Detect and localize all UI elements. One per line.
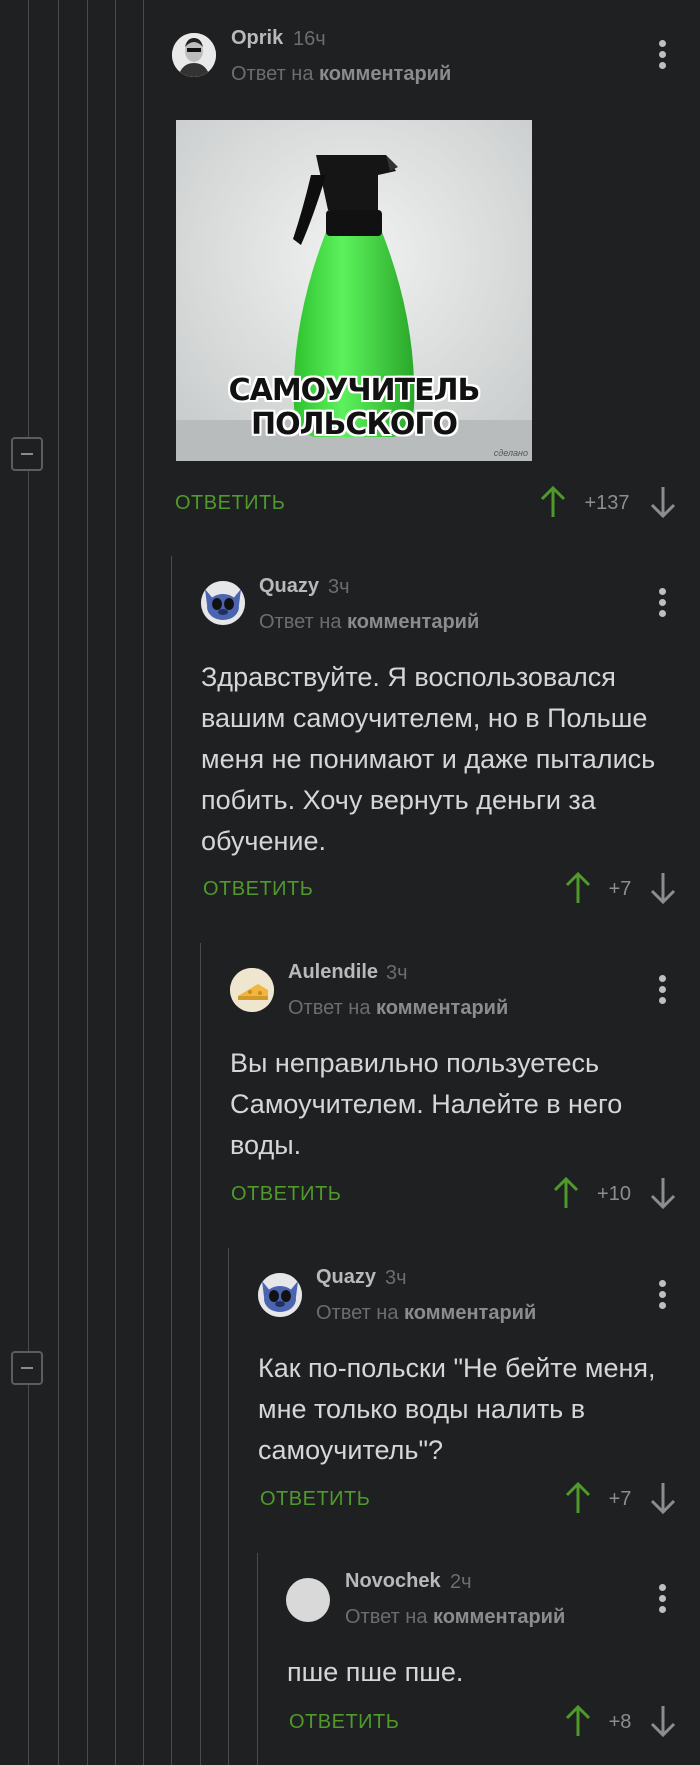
avatar[interactable]: [258, 1273, 302, 1317]
comment-text: Здравствуйте. Я воспользовался вашим сам…: [201, 662, 656, 856]
user-portrait-icon: [172, 33, 216, 77]
reply-target-link[interactable]: комментарий: [404, 1302, 536, 1324]
timestamp: 3ч: [385, 1267, 407, 1289]
timestamp: 16ч: [293, 28, 326, 50]
thread-line: [257, 1553, 258, 1765]
username[interactable]: Quazy: [316, 1266, 376, 1289]
reply-prefix: Ответ на: [231, 63, 314, 85]
image-caption: САМОУЧИТЕЛЬ ПОЛЬСКОГО: [176, 374, 532, 442]
stitch-avatar-icon: [258, 1273, 302, 1317]
avatar[interactable]: [201, 581, 245, 625]
reply-to-label: Ответ на комментарий: [288, 997, 508, 1020]
more-vertical-icon[interactable]: [655, 588, 669, 620]
arrow-down-icon[interactable]: [648, 1176, 678, 1210]
collapse-thread-button[interactable]: [11, 1351, 43, 1385]
reply-to-label: Ответ на комментарий: [316, 1302, 536, 1325]
reply-button[interactable]: ОТВЕТИТЬ: [289, 1711, 399, 1734]
reply-target-link[interactable]: комментарий: [433, 1606, 565, 1628]
image-caption-line: ПОЛЬСКОГО: [250, 407, 458, 442]
reply-button[interactable]: ОТВЕТИТЬ: [203, 878, 313, 901]
reply-prefix: Ответ на: [288, 997, 371, 1019]
stitch-avatar-icon: [201, 581, 245, 625]
reply-target-link[interactable]: комментарий: [376, 997, 508, 1019]
timestamp: 3ч: [328, 576, 350, 598]
username[interactable]: Novochek: [345, 1570, 441, 1593]
arrow-up-icon[interactable]: [563, 1704, 593, 1738]
image-watermark: сделано: [493, 448, 528, 458]
timestamp: 2ч: [450, 1571, 472, 1593]
thread-line: [228, 1248, 229, 1765]
comment-text: Вы неправильно пользуетесь Самоучителем.…: [230, 1048, 623, 1160]
reply-button[interactable]: ОТВЕТИТЬ: [231, 1183, 341, 1206]
reply-prefix: Ответ на: [345, 1606, 428, 1628]
vote-score: +7: [608, 878, 632, 900]
more-vertical-icon[interactable]: [655, 975, 669, 1007]
username[interactable]: Aulendile: [288, 961, 378, 984]
vote-score: +137: [584, 492, 630, 514]
vote-score: +10: [597, 1183, 631, 1205]
reply-to-label: Ответ на комментарий: [259, 611, 479, 634]
arrow-down-icon[interactable]: [648, 871, 678, 905]
thread-line: [200, 943, 201, 1765]
arrow-down-icon[interactable]: [648, 485, 678, 519]
arrow-up-icon[interactable]: [563, 1481, 593, 1515]
vote-score: +8: [608, 1711, 632, 1733]
username[interactable]: Oprik: [231, 27, 283, 50]
reply-target-link[interactable]: комментарий: [319, 63, 451, 85]
comment-image[interactable]: САМОУЧИТЕЛЬ ПОЛЬСКОГО сделано: [176, 120, 532, 461]
arrow-up-icon[interactable]: [538, 485, 568, 519]
vote-score: +7: [608, 1488, 632, 1510]
avatar[interactable]: [230, 968, 274, 1012]
reply-to-label: Ответ на комментарий: [231, 63, 451, 86]
comment-text: Как по-польски "Не бейте меня, мне тольк…: [258, 1353, 656, 1465]
arrow-up-icon[interactable]: [551, 1176, 581, 1210]
reply-target-link[interactable]: комментарий: [347, 611, 479, 633]
thread-line: [171, 556, 172, 1765]
arrow-down-icon[interactable]: [648, 1481, 678, 1515]
timestamp: 3ч: [386, 962, 408, 984]
avatar[interactable]: [286, 1578, 330, 1622]
cheese-avatar-icon: [230, 968, 274, 1012]
reply-prefix: Ответ на: [259, 611, 342, 633]
more-vertical-icon[interactable]: [655, 40, 669, 72]
username[interactable]: Quazy: [259, 575, 319, 598]
arrow-up-icon[interactable]: [563, 871, 593, 905]
reply-to-label: Ответ на комментарий: [345, 1606, 565, 1629]
more-vertical-icon[interactable]: [655, 1280, 669, 1312]
reply-button[interactable]: ОТВЕТИТЬ: [260, 1488, 370, 1511]
avatar[interactable]: [172, 33, 216, 77]
image-caption-line: САМОУЧИТЕЛЬ: [228, 373, 481, 408]
reply-prefix: Ответ на: [316, 1302, 399, 1324]
comment: Oprik 16ч Ответ на комментарий САМОУЧИТЕ…: [0, 0, 700, 540]
comment-text: пше пше пше.: [287, 1657, 464, 1687]
arrow-down-icon[interactable]: [648, 1704, 678, 1738]
more-vertical-icon[interactable]: [655, 1584, 669, 1616]
reply-button[interactable]: ОТВЕТИТЬ: [175, 492, 285, 515]
